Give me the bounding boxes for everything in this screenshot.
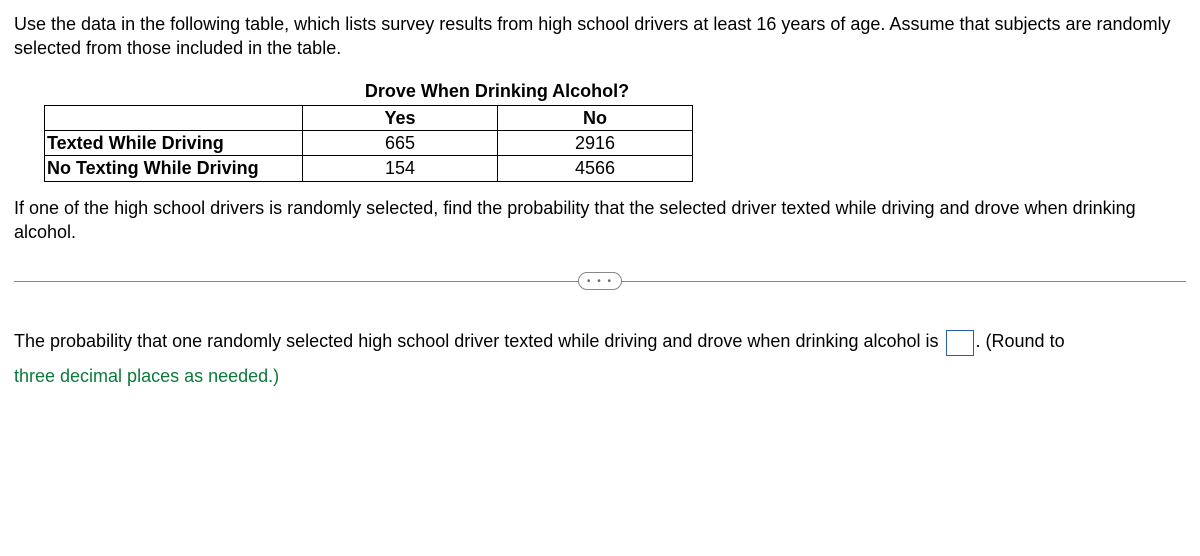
probability-input[interactable] bbox=[946, 330, 974, 356]
table-row: No Texting While Driving 154 4566 bbox=[45, 156, 693, 181]
cell-notexted-yes: 154 bbox=[303, 156, 498, 181]
rounding-hint: three decimal places as needed.) bbox=[14, 366, 279, 386]
cell-texted-no: 2916 bbox=[498, 131, 693, 156]
row-label-notexted: No Texting While Driving bbox=[45, 156, 303, 181]
col-header-yes: Yes bbox=[303, 105, 498, 130]
answer-prefix: The probability that one randomly select… bbox=[14, 331, 944, 351]
question-text: If one of the high school drivers is ran… bbox=[14, 196, 1186, 245]
answer-sentence: The probability that one randomly select… bbox=[14, 324, 1186, 392]
answer-suffix: . (Round to bbox=[976, 331, 1065, 351]
table-title: Drove When Drinking Alcohol? bbox=[44, 79, 692, 103]
table-blank-cell bbox=[45, 105, 303, 130]
row-label-texted: Texted While Driving bbox=[45, 131, 303, 156]
cell-texted-yes: 665 bbox=[303, 131, 498, 156]
cell-notexted-no: 4566 bbox=[498, 156, 693, 181]
data-table: Yes No Texted While Driving 665 2916 No … bbox=[44, 105, 693, 182]
expand-pill[interactable]: • • • bbox=[578, 272, 622, 290]
col-header-no: No bbox=[498, 105, 693, 130]
table-row: Texted While Driving 665 2916 bbox=[45, 131, 693, 156]
data-table-wrapper: Drove When Drinking Alcohol? Yes No Text… bbox=[44, 79, 1186, 182]
section-divider: • • • bbox=[14, 272, 1186, 290]
intro-text: Use the data in the following table, whi… bbox=[14, 12, 1186, 61]
dots-icon: • • • bbox=[587, 275, 613, 289]
